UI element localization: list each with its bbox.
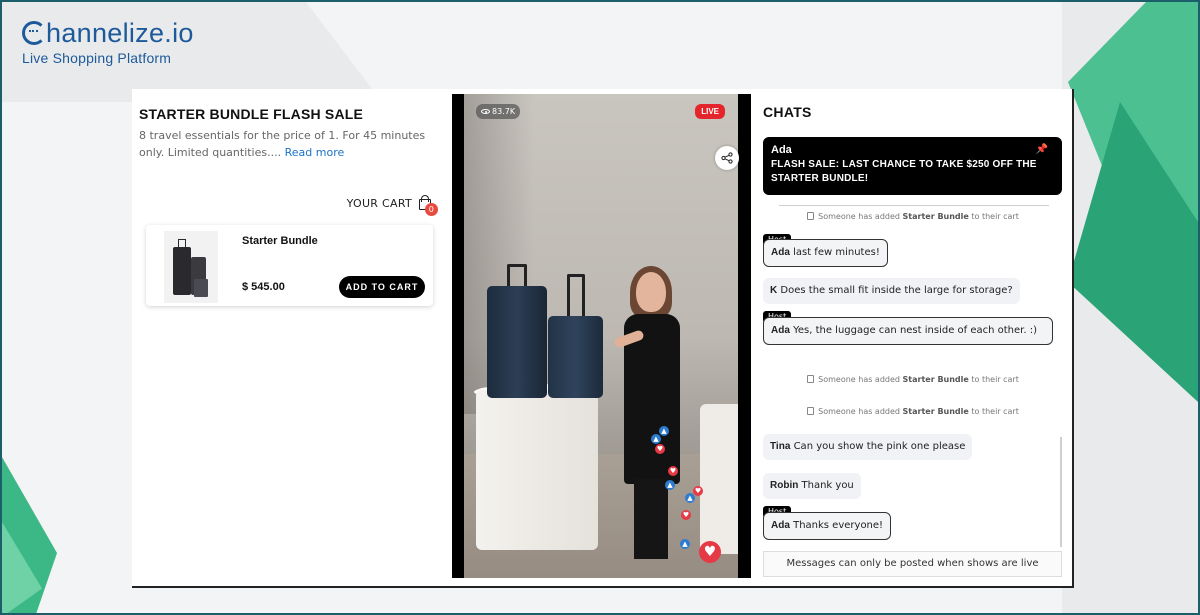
video-frame <box>464 94 738 578</box>
like-reaction-icon: ▲ <box>685 493 695 503</box>
show-title: STARTER BUNDLE FLASH SALE <box>139 106 364 122</box>
system-suffix: to their cart <box>971 212 1019 221</box>
chat-disabled-notice: Messages can only be posted when shows a… <box>763 551 1062 577</box>
system-suffix: to their cart <box>971 407 1019 416</box>
message-author: Ada <box>771 520 790 531</box>
cart-count-badge: 0 <box>425 203 438 216</box>
message-author: K <box>770 285 778 296</box>
system-product: Starter Bundle <box>902 375 969 384</box>
cart-label: YOUR CART <box>346 196 412 210</box>
like-reaction-icon: ▲ <box>665 480 675 490</box>
chat-bubble-icon <box>22 21 46 45</box>
chat-scrollbar[interactable] <box>1060 437 1062 547</box>
viewer-count: 83.7K <box>476 104 521 119</box>
message-text: Can you show the pink one please <box>793 441 966 452</box>
chat-message: Tina Can you show the pink one please <box>763 434 973 460</box>
message-author: Ada <box>771 325 790 336</box>
message-author: Tina <box>770 441 791 452</box>
shopping-bag-icon <box>807 375 815 383</box>
chat-panel: CHATS Ada FLASH SALE: LAST CHANCE TO TAK… <box>754 89 1072 586</box>
system-prefix: Someone has added <box>818 375 900 384</box>
heart-reaction-icon: ♥ <box>655 444 665 454</box>
shopping-bag-icon: 0 <box>418 195 438 216</box>
shopping-bag-icon <box>807 212 815 220</box>
like-reaction-icon: ▲ <box>659 426 669 436</box>
system-product: Starter Bundle <box>902 407 969 416</box>
share-icon <box>721 152 733 164</box>
show-description-text: 8 travel essentials for the price of 1. … <box>139 129 426 159</box>
pinned-message: Ada FLASH SALE: LAST CHANCE TO TAKE $250… <box>763 137 1062 195</box>
heart-reaction-icon: ♥ <box>681 510 691 520</box>
system-message: Someone has added Starter Bundle to thei… <box>754 212 1072 221</box>
like-reaction-icon: ▲ <box>651 434 661 444</box>
chat-message: K Does the small fit inside the large fo… <box>763 278 1020 304</box>
chat-message: Ada last few minutes! <box>763 239 888 267</box>
system-product: Starter Bundle <box>902 212 969 221</box>
system-suffix: to their cart <box>971 375 1019 384</box>
message-author: Ada <box>771 247 790 258</box>
viewer-count-value: 83.7K <box>492 107 516 116</box>
pinned-text: FLASH SALE: LAST CHANCE TO TAKE $250 OFF… <box>771 159 1037 184</box>
chat-message: Ada Yes, the luggage can nest inside of … <box>763 317 1053 345</box>
system-prefix: Someone has added <box>818 407 900 416</box>
heart-reaction-icon: ♥ <box>668 466 678 476</box>
product-panel: STARTER BUNDLE FLASH SALE 8 travel essen… <box>132 89 452 586</box>
message-text: Thanks everyone! <box>793 520 884 531</box>
heart-react-button[interactable]: ♥ <box>699 541 721 563</box>
chats-title: CHATS <box>763 104 812 120</box>
message-text: Does the small fit inside the large for … <box>780 285 1013 296</box>
brand-tagline: Live Shopping Platform <box>22 50 172 66</box>
pin-icon: 📌 <box>1035 144 1048 155</box>
message-text: Yes, the luggage can nest inside of each… <box>793 325 1037 336</box>
message-text: Thank you <box>801 480 854 491</box>
eye-icon <box>481 109 490 114</box>
product-name: Starter Bundle <box>242 235 318 247</box>
heart-reaction-icon: ♥ <box>693 486 703 496</box>
live-show-card: STARTER BUNDLE FLASH SALE 8 travel essen… <box>132 89 1074 588</box>
chat-message: Ada Thanks everyone! <box>763 512 892 540</box>
product-thumbnail <box>164 231 218 303</box>
system-message: Someone has added Starter Bundle to thei… <box>754 375 1072 384</box>
chat-message: Robin Thank you <box>763 473 861 499</box>
system-message: Someone has added Starter Bundle to thei… <box>754 407 1072 416</box>
share-button[interactable] <box>715 146 739 170</box>
product-card[interactable]: Starter Bundle $ 545.00 ADD TO CART <box>146 225 433 306</box>
shopping-bag-icon <box>807 407 815 415</box>
page-frame: hannelize.io Live Shopping Platform STAR… <box>0 0 1200 615</box>
brand-logo: hannelize.io Live Shopping Platform <box>22 18 194 66</box>
read-more-link[interactable]: Read more <box>285 146 345 159</box>
brand-name: hannelize.io <box>46 18 194 48</box>
product-price: $ 545.00 <box>242 281 285 293</box>
system-prefix: Someone has added <box>818 212 900 221</box>
add-to-cart-button[interactable]: ADD TO CART <box>339 276 425 298</box>
message-author: Robin <box>770 480 799 491</box>
show-description: 8 travel essentials for the price of 1. … <box>139 127 444 161</box>
pinned-author: Ada <box>771 144 792 156</box>
live-video-player[interactable]: 83.7K LIVE ▲ ♥ ▲ ♥ ▲ ♥ ▲ ♥ ▲ ♥ <box>452 94 751 578</box>
message-text: last few minutes! <box>793 247 880 258</box>
your-cart-button[interactable]: YOUR CART 0 <box>346 195 438 216</box>
divider <box>779 205 1049 206</box>
like-reaction-icon: ▲ <box>680 539 690 549</box>
live-badge: LIVE <box>695 104 725 119</box>
